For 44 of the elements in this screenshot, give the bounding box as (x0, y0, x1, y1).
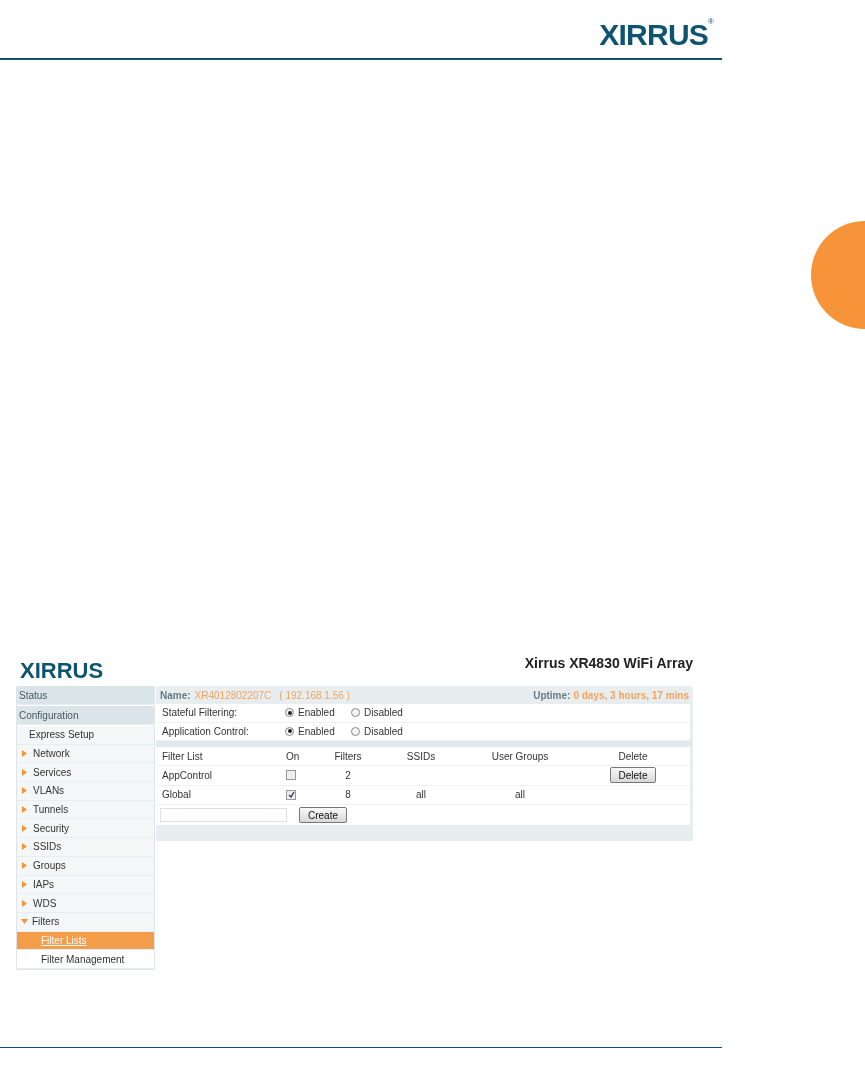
radio-label: Enabled (298, 724, 335, 739)
uptime-value: 0 days, 3 hours, 17 mins (573, 688, 689, 703)
table-cell: AppControl (162, 769, 213, 781)
device-name: XR4012802207C (194, 688, 272, 703)
table-cell: 2 (345, 769, 351, 781)
checkbox[interactable] (286, 789, 296, 800)
radio-label: Enabled (298, 706, 335, 721)
radio-label: Disabled (364, 706, 403, 721)
table-cell: all (515, 789, 525, 801)
column-header: User Groups (490, 749, 550, 764)
table-cell: Global (162, 789, 191, 801)
checkbox[interactable] (286, 770, 296, 781)
app-logo: XIRRUS (20, 660, 104, 682)
brand-logo: XIRRUS (599, 20, 709, 50)
column-header: SSIDs (405, 749, 437, 764)
column-header: Delete (617, 749, 649, 764)
radio-button[interactable] (351, 726, 360, 736)
radio-label: Disabled (364, 724, 403, 739)
name-label: Name: (160, 688, 191, 703)
setting-label: Stateful Filtering: (162, 706, 239, 721)
column-header: On (285, 749, 301, 764)
column-header: Filter List (161, 749, 204, 764)
sidebar-item[interactable]: Groups (33, 858, 66, 874)
uptime-label: Uptime: (533, 688, 571, 703)
delete-button[interactable]: Delete (609, 767, 657, 784)
radio-button[interactable] (351, 708, 360, 718)
device-title: Xirrus XR4830 WiFi Array (524, 654, 693, 673)
sidebar-item[interactable]: Status (19, 687, 48, 703)
sidebar-item[interactable]: Filters (32, 914, 60, 930)
filter-name-field[interactable] (160, 807, 287, 822)
table-cell: all (416, 789, 426, 801)
sidebar-item[interactable]: SSIDs (33, 839, 62, 855)
ip-address: ( 192.168.1.56 ) (279, 688, 350, 703)
radio-button[interactable] (285, 726, 294, 736)
column-header: Filters (333, 749, 363, 764)
radio-button[interactable] (285, 708, 294, 718)
sidebar-item[interactable]: WDS (33, 895, 57, 911)
registered-mark: ® (708, 16, 714, 26)
setting-label: Application Control: (162, 724, 250, 739)
sidebar-item[interactable]: IAPs (33, 876, 55, 892)
sidebar-item[interactable]: VLANs (33, 783, 65, 799)
create-button[interactable]: Create (299, 806, 347, 823)
table-cell: 8 (345, 789, 351, 801)
sidebar-item[interactable]: Filter Management (41, 951, 125, 967)
